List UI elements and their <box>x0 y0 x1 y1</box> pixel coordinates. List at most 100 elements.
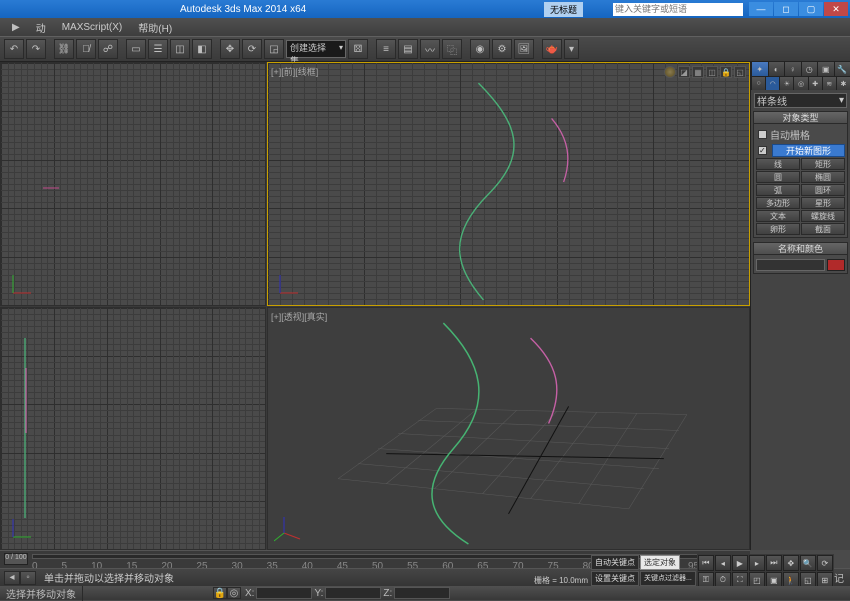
ortho-toggle[interactable]: ◫ <box>706 66 718 78</box>
subtab-helpers[interactable]: ✚ <box>808 77 822 90</box>
viewcube-icon[interactable] <box>664 66 676 78</box>
viewport-top[interactable] <box>0 62 266 306</box>
prev-frame-button[interactable]: ◂ <box>715 555 731 571</box>
coord-x[interactable] <box>256 587 312 599</box>
viewport-front[interactable]: [+][前][线框] ◪ ▦ ◫ 🔒 ◱ <box>267 62 750 306</box>
lock-selection-button[interactable]: 🔒 <box>213 587 227 599</box>
keyfilters-button[interactable]: 关键点过滤器... <box>640 571 696 586</box>
shape-rectangle[interactable]: 矩形 <box>801 158 845 170</box>
app-menu-icon[interactable]: ▶ <box>4 20 28 35</box>
render-frame-button[interactable]: 🖼 <box>514 39 534 59</box>
close-button[interactable]: ✕ <box>824 2 848 16</box>
shape-star[interactable]: 星形 <box>801 197 845 209</box>
autokey-button[interactable]: 自动关键点 <box>591 555 639 570</box>
subtab-shapes[interactable]: ◠ <box>765 77 779 90</box>
subtab-lights[interactable]: ☀ <box>779 77 793 90</box>
nav-orbit-button[interactable]: ⟳ <box>817 555 833 571</box>
autogrid-row[interactable]: 自动栅格 <box>756 126 845 143</box>
help-search[interactable] <box>613 3 743 16</box>
rollout-header[interactable]: 名称和颜色 <box>753 242 848 255</box>
undo-button[interactable]: ↶ <box>4 39 24 59</box>
schematic-button[interactable]: ⿻ <box>442 39 462 59</box>
viewport-perspective[interactable]: [+][透视][真实] <box>267 307 750 550</box>
tab-modify[interactable]: ◐ <box>768 62 785 76</box>
rollout-header[interactable]: 对象类型 <box>753 111 848 124</box>
shape-line[interactable]: 线 <box>756 158 800 170</box>
move-button[interactable]: ✥ <box>220 39 240 59</box>
material-editor-button[interactable]: ◉ <box>470 39 490 59</box>
minimize-button[interactable]: — <box>749 2 773 16</box>
subtab-cameras[interactable]: ◎ <box>793 77 807 90</box>
tab-create[interactable]: ✦ <box>751 62 768 76</box>
subtab-systems[interactable]: ✱ <box>836 77 850 90</box>
shade-toggle[interactable]: ◪ <box>678 66 690 78</box>
subtab-space[interactable]: ≋ <box>822 77 836 90</box>
layers-button[interactable]: ▤ <box>398 39 418 59</box>
shape-ngon[interactable]: 多边形 <box>756 197 800 209</box>
shape-arc[interactable]: 弧 <box>756 184 800 196</box>
viewport-left[interactable] <box>0 307 266 550</box>
scale-button[interactable]: ◲ <box>264 39 284 59</box>
nav-pan-button[interactable]: ✥ <box>783 555 799 571</box>
lock-toggle[interactable]: 🔒 <box>720 66 732 78</box>
shape-section[interactable]: 截面 <box>801 223 845 235</box>
tab-utilities[interactable]: 🔧 <box>834 62 850 76</box>
setkey-button[interactable]: 设置关键点 <box>591 571 639 586</box>
shape-donut[interactable]: 圆环 <box>801 184 845 196</box>
render-dropdown-button[interactable]: ▾ <box>564 39 579 59</box>
window-cross-button[interactable]: ◧ <box>192 39 212 59</box>
subtab-geometry[interactable]: ○ <box>751 77 765 90</box>
start-shape-button[interactable]: 开始新图形 <box>772 144 845 157</box>
render-button[interactable]: 🫖 <box>542 39 562 59</box>
rotate-button[interactable]: ⟳ <box>242 39 262 59</box>
nav-zoom-button[interactable]: 🔍 <box>800 555 816 571</box>
isolate-button[interactable]: ◎ <box>227 587 241 599</box>
play-button[interactable]: ▶ <box>732 555 748 571</box>
object-name-input[interactable] <box>756 259 825 271</box>
coord-z[interactable] <box>394 587 450 599</box>
track-key-button[interactable]: ◦ <box>20 571 36 585</box>
redo-button[interactable]: ↷ <box>26 39 46 59</box>
select-region-button[interactable]: ◫ <box>170 39 190 59</box>
shape-circle[interactable]: 圆 <box>756 171 800 183</box>
select-name-button[interactable]: ☰ <box>148 39 168 59</box>
align-button[interactable]: ≡ <box>376 39 396 59</box>
goto-start-button[interactable]: ⏮ <box>698 555 714 571</box>
viewport-label[interactable]: [+][前][线框] <box>271 65 318 78</box>
unlink-button[interactable]: ⛓̸ <box>76 39 96 59</box>
autogrid-checkbox[interactable] <box>758 130 767 139</box>
curve-editor-button[interactable]: 〰 <box>420 39 440 59</box>
frame-indicator[interactable]: 0 / 100 <box>4 553 28 565</box>
tab-display[interactable]: ▣ <box>817 62 834 76</box>
menu-maxscript[interactable]: MAXScript(X) <box>54 20 131 35</box>
menu-animation[interactable]: 动 <box>28 18 54 37</box>
category-dropdown[interactable]: 样条线▾ <box>754 93 847 108</box>
safe-toggle[interactable]: ▦ <box>692 66 704 78</box>
max-toggle[interactable]: ◱ <box>734 66 746 78</box>
shape-ellipse[interactable]: 椭圆 <box>801 171 845 183</box>
shape-egg[interactable]: 卵形 <box>756 223 800 235</box>
maximize-button[interactable]: ▢ <box>799 2 823 16</box>
tab-hierarchy[interactable]: ♀ <box>784 62 801 76</box>
link-button[interactable]: ⛓ <box>54 39 74 59</box>
select-button[interactable]: ▭ <box>126 39 146 59</box>
next-frame-button[interactable]: ▸ <box>749 555 765 571</box>
menu-help[interactable]: 帮助(H) <box>130 18 180 37</box>
restore-button[interactable]: ◻ <box>774 2 798 16</box>
selected-filter[interactable]: 选定对象 <box>640 555 680 570</box>
grid <box>1 308 265 549</box>
bind-button[interactable]: ☍ <box>98 39 118 59</box>
help-search-input[interactable] <box>613 4 743 14</box>
coord-y[interactable] <box>325 587 381 599</box>
shape-text[interactable]: 文本 <box>756 210 800 222</box>
goto-end-button[interactable]: ⏭ <box>766 555 782 571</box>
render-setup-button[interactable]: ⚙ <box>492 39 512 59</box>
mirror-button[interactable]: ⚄ <box>348 39 368 59</box>
tab-motion[interactable]: ◷ <box>801 62 818 76</box>
startshape-checkbox[interactable] <box>758 146 767 155</box>
shape-helix[interactable]: 螺旋线 <box>801 210 845 222</box>
track-open-button[interactable]: ◂ <box>4 571 20 585</box>
object-color-swatch[interactable] <box>827 259 845 271</box>
viewport-label[interactable]: [+][透视][真实] <box>271 310 327 323</box>
selection-set-dropdown[interactable]: 创建选择集 <box>286 40 346 58</box>
